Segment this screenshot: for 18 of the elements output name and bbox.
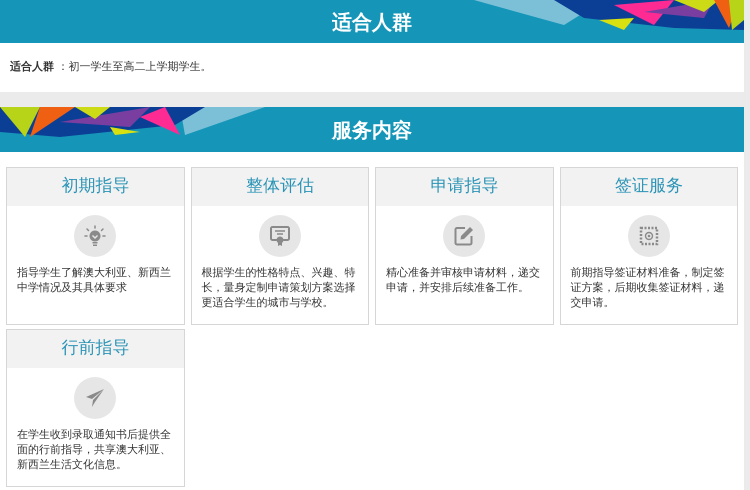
card-description: 前期指导签证材料准备，制定签证方案，后期收集签证材料，递交申请。 — [570, 265, 726, 311]
card-description: 精心准备并审核申请材料，递交申请，并安排后续准备工作。 — [385, 265, 541, 296]
card-description: 在学生收到录取通知书后提供全面的行前指导，共享澳大利亚、新西兰生活文化信息。 — [16, 427, 172, 473]
stamp-icon — [628, 215, 670, 257]
bulb-icon — [74, 215, 116, 257]
card-title: 初期指导 — [61, 175, 130, 198]
card-description: 根据学生的性格特点、兴趣、特长，量身定制申请策划方案选择更适合学生的城市与学校。 — [200, 265, 356, 311]
edit-icon — [443, 215, 486, 257]
section-title: 服务内容 — [332, 116, 412, 144]
certificate-icon — [258, 215, 301, 257]
card-title: 申请指导 — [430, 175, 498, 198]
card-title: 行前指导 — [61, 337, 130, 360]
section-title: 适合人群 — [332, 8, 412, 36]
card-title: 签证服务 — [614, 175, 683, 198]
paper-plane-icon — [74, 377, 116, 419]
card-title: 整体评估 — [246, 175, 314, 198]
card-description: 指导学生了解澳大利亚、新西兰中学情况及其具体要求 — [16, 265, 172, 296]
audience-text: 适合人群 ：初一学生至高二上学期学生。 — [10, 59, 212, 76]
